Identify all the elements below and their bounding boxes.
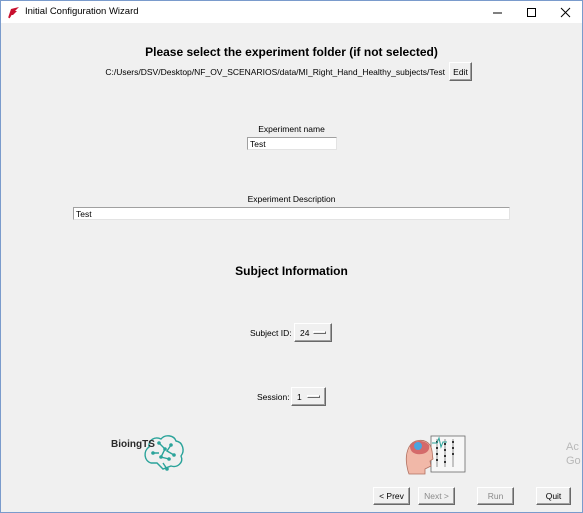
session-value: 1 <box>297 391 302 402</box>
subject-id-label: Subject ID: <box>250 328 292 338</box>
experiment-description-label: Experiment Description <box>247 194 336 204</box>
wizard-content: Please select the experiment folder (if … <box>1 23 582 512</box>
wizard-window: Initial Configuration Wizard Please sele… <box>0 0 583 513</box>
close-button[interactable] <box>548 1 582 23</box>
quit-button[interactable]: Quit <box>536 487 571 505</box>
experiment-name-label: Experiment name <box>258 124 325 134</box>
prev-button[interactable]: < Prev <box>373 487 410 505</box>
session-label: Session: <box>257 392 290 402</box>
close-icon <box>560 7 570 17</box>
dropdown-indicator-icon <box>313 331 326 334</box>
folder-heading: Please select the experiment folder (if … <box>145 45 438 59</box>
edit-folder-button[interactable]: Edit <box>449 62 472 81</box>
neurofeedback-head-icon <box>405 435 466 475</box>
subject-id-value: 24 <box>300 327 310 338</box>
watermark-line-1: Ac <box>566 441 579 453</box>
experiment-description-field[interactable]: Test <box>73 207 510 220</box>
session-select[interactable]: 1 <box>291 387 326 406</box>
window-title: Initial Configuration Wizard <box>25 6 139 17</box>
watermark-line-2: Go <box>566 455 581 467</box>
subject-heading: Subject Information <box>235 264 348 278</box>
subject-id-select[interactable]: 24 <box>294 323 332 342</box>
bioingts-logo-text: BioingTS <box>111 439 155 450</box>
minimize-button[interactable] <box>480 1 514 23</box>
maximize-icon <box>526 7 536 17</box>
activation-watermark: Ac Go <box>566 440 581 468</box>
folder-path: C:/Users/DSV/Desktop/NF_OV_SCENARIOS/dat… <box>105 67 445 77</box>
minimize-icon <box>492 12 502 13</box>
title-bar[interactable]: Initial Configuration Wizard <box>1 1 582 23</box>
experiment-name-field[interactable]: Test <box>247 137 337 150</box>
next-button[interactable]: Next > <box>418 487 455 505</box>
tk-feather-icon <box>8 7 19 19</box>
run-button[interactable]: Run <box>477 487 514 505</box>
maximize-button[interactable] <box>514 1 548 23</box>
dropdown-indicator-icon <box>307 395 320 398</box>
